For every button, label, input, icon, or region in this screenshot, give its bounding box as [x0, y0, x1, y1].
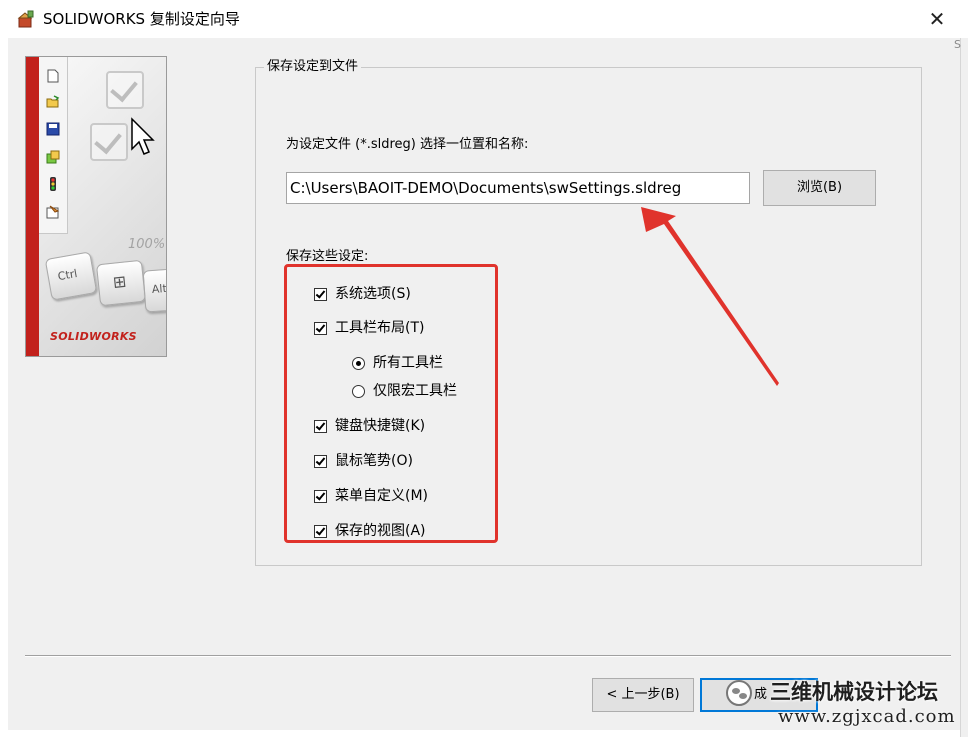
back-button[interactable]: < 上一步(B) [592, 678, 694, 712]
brand-strip [26, 57, 39, 356]
solidworks-app-icon [17, 10, 34, 28]
window-edge [960, 38, 968, 737]
close-button[interactable]: ✕ [922, 4, 952, 34]
wizard-side-image: 100% Ctrl ⊞ Alt SOLIDWORKS [25, 56, 167, 357]
alt-key-graphic: Alt [142, 267, 166, 313]
wechat-icon [726, 680, 752, 706]
ctrl-key-graphic: Ctrl [44, 251, 98, 301]
group-title: 保存设定到文件 [264, 58, 362, 75]
zoom-percent-graphic: 100% [128, 237, 166, 252]
properties-icon [46, 205, 60, 219]
windows-key-graphic: ⊞ [95, 259, 147, 307]
background-scrollbar-glimpse: S [954, 38, 961, 51]
checkmark-icon [106, 71, 144, 109]
browse-button[interactable]: 浏览(B) [763, 170, 876, 206]
title-bar: SOLIDWORKS 复制设定向导 ✕ [0, 0, 968, 38]
options-icon [46, 150, 60, 164]
watermark-url: www.zgjxcad.com [778, 706, 956, 727]
solidworks-logo: SOLIDWORKS [50, 330, 137, 343]
settings-file-path-input[interactable]: C:\Users\BAOIT-DEMO\Documents\swSettings… [286, 172, 750, 204]
watermark-forum-name: 三维机械设计论坛 [770, 679, 938, 704]
highlight-box-annotation [284, 264, 498, 543]
traffic-light-icon [50, 177, 56, 191]
checkmark-icon [90, 123, 128, 161]
save-icon [46, 122, 60, 136]
open-folder-icon [46, 95, 60, 108]
file-location-prompt: 为设定文件 (*.sldreg) 选择一位置和名称: [286, 137, 529, 152]
save-these-settings-label: 保存这些设定: [286, 249, 369, 264]
window-title: SOLIDWORKS 复制设定向导 [43, 10, 240, 28]
footer-separator [25, 655, 951, 657]
toolbar-illustration [39, 57, 68, 234]
new-document-icon [47, 69, 59, 83]
mouse-cursor-icon [131, 117, 155, 155]
